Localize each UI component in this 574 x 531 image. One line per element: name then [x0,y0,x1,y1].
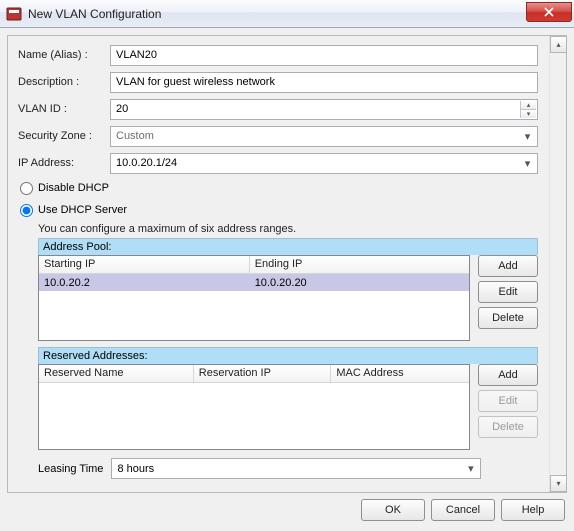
address-pool-header: Address Pool: [38,238,538,255]
close-button[interactable] [526,2,572,22]
client-area: ▴ ▾ Name (Alias) : Description : VLAN ID… [0,28,574,531]
panel-scrollbar[interactable]: ▴ ▾ [549,36,566,492]
ipaddress-label: IP Address: [18,157,110,169]
address-pool-delete-button[interactable]: Delete [478,307,538,329]
dhcp-hint: You can configure a maximum of six addre… [38,223,538,235]
vlanid-spin-up[interactable]: ▴ [520,101,536,110]
address-pool-columns: Starting IP Ending IP [39,256,469,274]
securityzone-label: Security Zone : [18,130,110,142]
use-dhcp-row[interactable]: Use DHCP Server [18,201,538,219]
name-label: Name (Alias) : [18,49,110,61]
securityzone-dropdown[interactable]: Custom ▾ [110,126,538,147]
reserved-delete-button[interactable]: Delete [478,416,538,438]
scroll-down-button[interactable]: ▾ [550,475,567,492]
leasing-label: Leasing Time [38,463,103,475]
col-starting-ip[interactable]: Starting IP [39,256,250,273]
col-ending-ip[interactable]: Ending IP [250,256,469,273]
ok-button[interactable]: OK [361,499,425,521]
reserved-add-button[interactable]: Add [478,364,538,386]
col-reserved-name[interactable]: Reserved Name [39,365,194,382]
use-dhcp-radio[interactable] [20,204,33,217]
use-dhcp-label: Use DHCP Server [38,204,127,216]
address-pool-table[interactable]: Starting IP Ending IP 10.0.20.2 10.0.20.… [38,255,470,341]
disable-dhcp-radio[interactable] [20,182,33,195]
address-pool-buttons: Add Edit Delete [478,255,538,341]
ipaddress-dropdown[interactable]: 10.0.20.1/24 ▾ [110,153,538,174]
vlanid-value: 20 [116,103,128,115]
chevron-down-icon: ▾ [519,128,536,145]
app-icon [6,6,22,22]
address-pool-row[interactable]: 10.0.20.2 10.0.20.20 [39,274,469,291]
scroll-track[interactable] [550,53,566,475]
leasing-value: 8 hours [117,463,154,475]
reserved-header: Reserved Addresses: [38,347,538,364]
window-title: New VLAN Configuration [28,7,161,21]
description-label: Description : [18,76,110,88]
cell-end-ip: 10.0.20.20 [250,277,469,289]
name-input[interactable] [110,45,538,66]
disable-dhcp-label: Disable DHCP [38,182,109,194]
cancel-button[interactable]: Cancel [431,499,495,521]
help-button[interactable]: Help [501,499,565,521]
address-pool-add-button[interactable]: Add [478,255,538,277]
vlanid-spin-down[interactable]: ▾ [520,110,536,118]
leasing-dropdown[interactable]: 8 hours ▾ [111,458,481,479]
reserved-columns: Reserved Name Reservation IP MAC Address [39,365,469,383]
reserved-buttons: Add Edit Delete [478,364,538,450]
dialog-footer: OK Cancel Help [7,493,567,521]
vlanid-input[interactable]: 20 ▴ ▾ [110,99,538,120]
securityzone-value: Custom [116,130,154,142]
reserved-table[interactable]: Reserved Name Reservation IP MAC Address [38,364,470,450]
scroll-up-button[interactable]: ▴ [550,36,567,53]
chevron-down-icon: ▾ [519,155,536,172]
ipaddress-value: 10.0.20.1/24 [116,157,177,169]
disable-dhcp-row[interactable]: Disable DHCP [18,179,538,197]
description-input[interactable] [110,72,538,93]
col-reservation-ip[interactable]: Reservation IP [194,365,332,382]
form-panel: ▴ ▾ Name (Alias) : Description : VLAN ID… [7,35,567,493]
address-pool-section: Address Pool: Starting IP Ending IP 10.0… [38,238,538,341]
reserved-edit-button[interactable]: Edit [478,390,538,412]
col-mac-address[interactable]: MAC Address [331,365,469,382]
reserved-section: Reserved Addresses: Reserved Name Reserv… [38,347,538,450]
address-pool-edit-button[interactable]: Edit [478,281,538,303]
cell-start-ip: 10.0.20.2 [39,277,250,289]
close-icon [544,7,554,17]
titlebar: New VLAN Configuration [0,0,574,28]
vlanid-label: VLAN ID : [18,103,110,115]
chevron-down-icon: ▾ [462,460,479,477]
